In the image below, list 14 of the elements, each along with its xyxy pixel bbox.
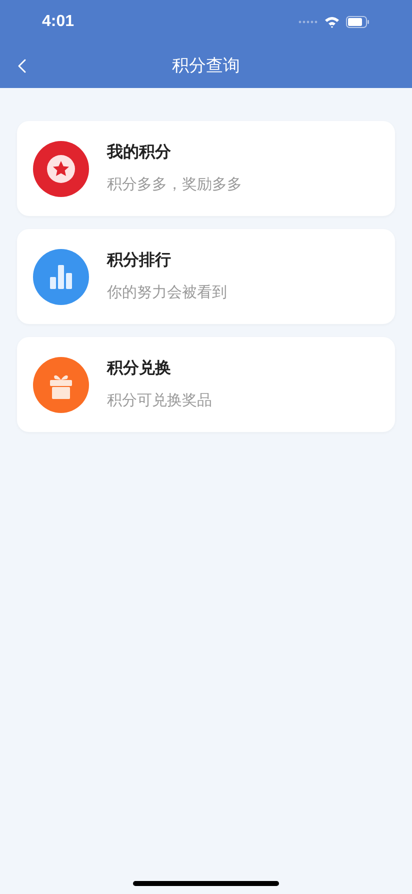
wifi-icon — [324, 16, 340, 28]
card-subtitle: 积分可兑换奖品 — [107, 390, 212, 411]
card-title: 积分兑换 — [107, 358, 172, 379]
menu-card[interactable]: 积分兑换 积分可兑换奖品 — [17, 337, 395, 432]
page-title: 积分查询 — [172, 55, 240, 78]
card-title: 积分排行 — [107, 250, 172, 271]
signal-icon — [298, 20, 318, 24]
card-subtitle: 你的努力会被看到 — [107, 282, 227, 303]
battery-icon — [346, 16, 370, 28]
card-subtitle: 积分多多，奖励多多 — [107, 174, 242, 195]
menu-card[interactable]: 积分排行 你的努力会被看到 — [17, 229, 395, 324]
status-time: 4:01 — [42, 12, 74, 32]
card-title: 我的积分 — [107, 142, 172, 163]
menu-card[interactable]: 我的积分 积分多多，奖励多多 — [17, 121, 395, 216]
